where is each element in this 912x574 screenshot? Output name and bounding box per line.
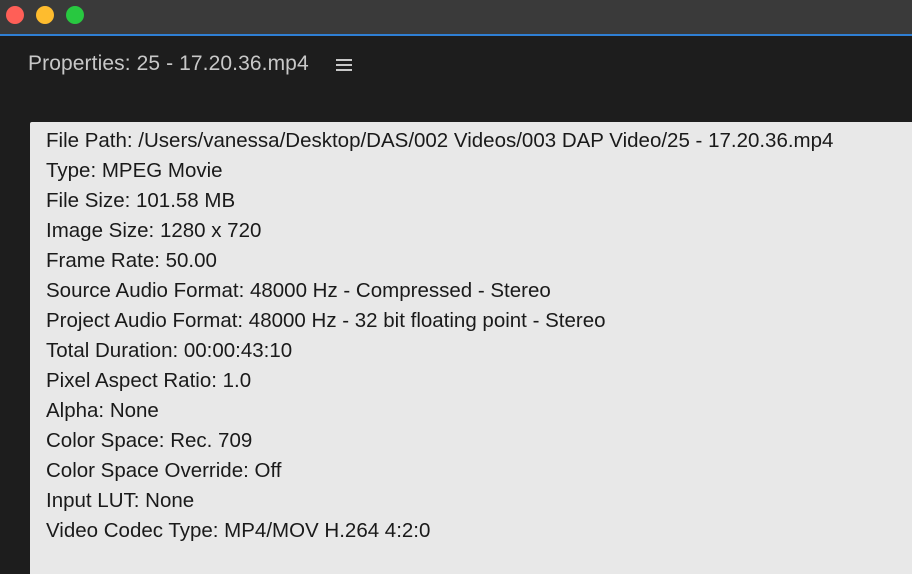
panel-title: Properties: 25 - 17.20.36.mp4 (28, 52, 309, 75)
window-zoom-icon[interactable] (66, 6, 84, 24)
property-video-codec-type: Video Codec Type: MP4/MOV H.264 4:2:0 (46, 519, 431, 542)
property-image-size: Image Size: 1280 x 720 (46, 219, 262, 242)
hamburger-menu-icon[interactable] (336, 59, 352, 71)
window-close-icon[interactable] (6, 6, 24, 24)
properties-window: Properties: 25 - 17.20.36.mp4 File Path:… (0, 0, 912, 574)
property-color-space-override: Color Space Override: Off (46, 459, 282, 482)
property-alpha: Alpha: None (46, 399, 159, 422)
property-source-audio-format: Source Audio Format: 48000 Hz - Compress… (46, 279, 551, 302)
property-type: Type: MPEG Movie (46, 159, 223, 182)
property-project-audio-format: Project Audio Format: 48000 Hz - 32 bit … (46, 309, 606, 332)
property-total-duration: Total Duration: 00:00:43:10 (46, 339, 293, 362)
window-titlebar[interactable] (0, 0, 912, 36)
property-input-lut: Input LUT: None (46, 489, 195, 512)
property-pixel-aspect-ratio: Pixel Aspect Ratio: 1.0 (46, 369, 252, 392)
property-file-path: File Path: /Users/vanessa/Desktop/DAS/00… (46, 129, 834, 152)
property-file-size: File Size: 101.58 MB (46, 189, 236, 212)
property-color-space: Color Space: Rec. 709 (46, 429, 253, 452)
window-minimize-icon[interactable] (36, 6, 54, 24)
property-frame-rate: Frame Rate: 50.00 (46, 249, 217, 272)
panel-header: Properties: 25 - 17.20.36.mp4 (0, 36, 912, 122)
properties-list: File Path: /Users/vanessa/Desktop/DAS/00… (30, 122, 912, 574)
